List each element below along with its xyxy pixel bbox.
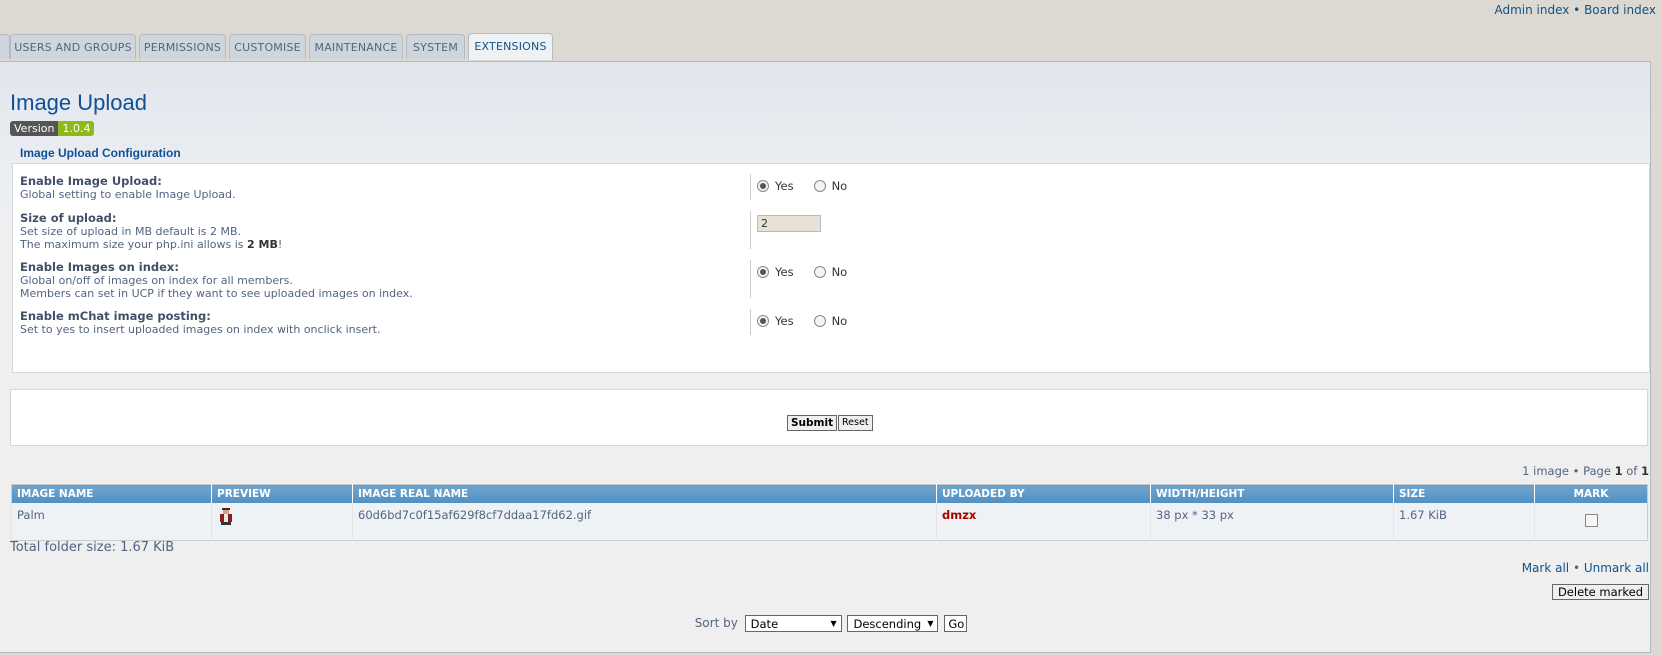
sort-key-select[interactable]: Date	[744, 615, 842, 632]
tab-permissions[interactable]: PERMISSIONS	[139, 34, 226, 59]
cell-dimensions: 38 px * 33 px	[1150, 503, 1394, 541]
cell-uploaded-by: dmzx	[936, 503, 1151, 541]
radio-checked-icon[interactable]	[757, 266, 769, 278]
sort-by-label: Sort by	[694, 616, 738, 630]
admin-index-link[interactable]: Admin index	[1494, 3, 1569, 17]
cell-mark	[1534, 503, 1648, 541]
size-upload-input[interactable]: 2	[757, 215, 821, 232]
radio-unchecked-icon[interactable]	[813, 180, 826, 192]
version-label: Version	[10, 121, 59, 136]
pagination: 1 image • Page 1 of 1	[1522, 464, 1649, 478]
unmark-all-link[interactable]: Unmark all	[1584, 561, 1649, 575]
enable-index-no-radio[interactable]: No	[813, 265, 847, 279]
reset-button[interactable]: Reset	[838, 415, 873, 431]
version-number: 1.0.4	[58, 121, 95, 136]
cell-size: 1.67 KiB	[1393, 503, 1535, 541]
delete-marked-button[interactable]: Delete marked	[1551, 584, 1649, 600]
enable-upload-yes-radio[interactable]: Yes	[757, 179, 794, 193]
radio-checked-icon[interactable]	[757, 315, 769, 327]
uploader-link[interactable]: dmzx	[942, 508, 976, 522]
enable-mchat-desc: Set to yes to insert uploaded images on …	[20, 323, 381, 336]
enable-upload-no-radio[interactable]: No	[813, 179, 847, 193]
col-image-name: IMAGE NAME	[11, 484, 212, 503]
images-table: IMAGE NAME PREVIEW IMAGE REAL NAME UPLOA…	[11, 484, 1648, 541]
total-folder-size: Total folder size: 1.67 KiB	[10, 540, 175, 555]
cell-preview	[211, 503, 353, 541]
cell-image-real-name: 60d6bd7c0f15af629f8cf7ddaa17fd62.gif	[352, 503, 937, 541]
enable-index-desc2: Members can set in UCP if they want to s…	[20, 287, 413, 300]
tab-users-and-groups[interactable]: USERS AND GROUPS	[10, 34, 136, 59]
col-width-height: WIDTH/HEIGHT	[1150, 484, 1394, 503]
tab-extensions[interactable]: EXTENSIONS	[468, 33, 553, 60]
size-upload-desc1: Set size of upload in MB default is 2 MB…	[20, 225, 242, 238]
image-preview-thumbnail[interactable]	[217, 508, 235, 525]
config-legend: Image Upload Configuration	[20, 146, 181, 160]
radio-checked-icon[interactable]	[757, 180, 769, 192]
enable-index-desc1: Global on/off of images on index for all…	[20, 274, 293, 287]
version-badge: Version 1.0.4	[10, 121, 95, 136]
row-enable-upload: Enable Image Upload: Global setting to e…	[20, 174, 1640, 201]
mark-all-link[interactable]: Mark all	[1522, 561, 1569, 575]
enable-index-yes-radio[interactable]: Yes	[757, 265, 794, 279]
size-upload-label: Size of upload:	[20, 211, 117, 225]
enable-index-label: Enable Images on index:	[20, 260, 179, 274]
mark-checkbox[interactable]	[1584, 514, 1598, 527]
table-row: Palm 60d6bd7c0f15af629f8cf7ddaa17fd62.gi…	[11, 503, 1648, 541]
tab-system[interactable]: SYSTEM	[406, 34, 465, 59]
radio-unchecked-icon[interactable]	[813, 315, 826, 327]
col-size: SIZE	[1393, 484, 1535, 503]
enable-mchat-no-radio[interactable]: No	[813, 314, 847, 328]
toplinks-separator: •	[1569, 3, 1585, 17]
sort-direction-select[interactable]: Descending	[847, 615, 939, 632]
enable-upload-label: Enable Image Upload:	[20, 174, 162, 188]
col-preview: PREVIEW	[211, 484, 353, 503]
col-mark: MARK	[1534, 484, 1648, 503]
board-index-link[interactable]: Board index	[1584, 3, 1656, 17]
col-image-real-name: IMAGE REAL NAME	[352, 484, 937, 503]
tab-maintenance[interactable]: MAINTENANCE	[309, 34, 403, 59]
row-size-upload: Size of upload: Set size of upload in MB…	[20, 211, 1640, 251]
top-links: Admin index • Board index	[1494, 3, 1656, 17]
enable-mchat-yes-radio[interactable]: Yes	[757, 314, 794, 328]
cell-image-name: Palm	[11, 503, 212, 541]
row-enable-index: Enable Images on index: Global on/off of…	[20, 260, 1640, 300]
enable-mchat-label: Enable mChat image posting:	[20, 309, 211, 323]
sort-controls: Sort by Date Descending Go	[0, 615, 1662, 632]
page-title: Image Upload	[10, 90, 147, 115]
mark-links: Mark all • Unmark all	[1521, 561, 1649, 575]
enable-upload-desc: Global setting to enable Image Upload.	[20, 188, 236, 201]
size-upload-desc2: The maximum size your php.ini allows is …	[20, 238, 283, 251]
submit-button[interactable]: Submit	[787, 415, 838, 431]
go-button[interactable]: Go	[944, 615, 968, 632]
col-uploaded-by: UPLOADED BY	[936, 484, 1151, 503]
tab-customise[interactable]: CUSTOMISE	[229, 34, 306, 59]
radio-unchecked-icon[interactable]	[813, 266, 826, 278]
tab-hidden-left[interactable]	[0, 34, 10, 59]
row-enable-mchat: Enable mChat image posting: Set to yes t…	[20, 309, 1640, 336]
